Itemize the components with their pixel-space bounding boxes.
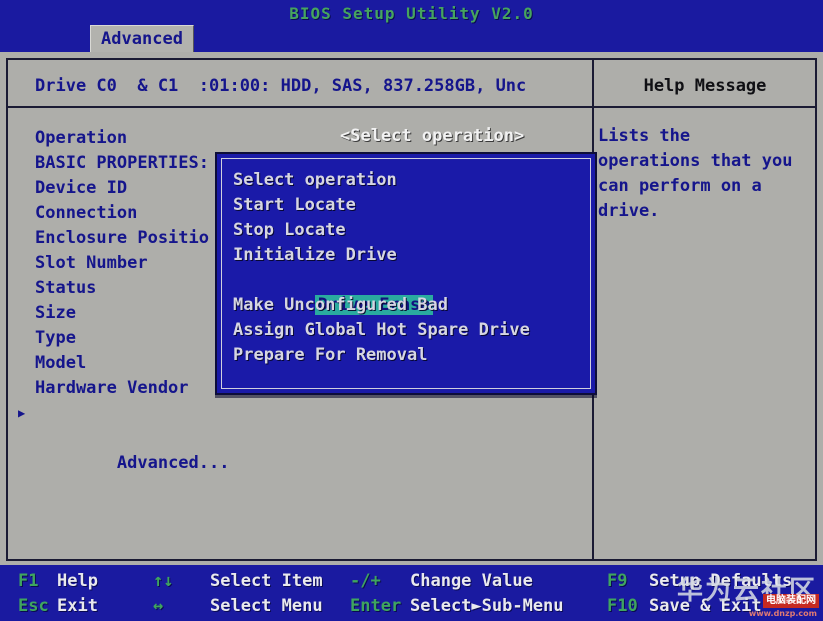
settings-menu: Operation BASIC PROPERTIES: Device ID Co… (35, 126, 229, 426)
key-esc-label: Exit (57, 596, 98, 616)
menu-item-type: Type (35, 326, 229, 351)
menu-section-basic-properties: BASIC PROPERTIES: (35, 151, 229, 176)
help-line: can perform on a (598, 174, 816, 199)
key-f1-label: Help (57, 571, 98, 591)
menu-item-advanced-label: Advanced... (117, 453, 230, 473)
drive-info-header: Drive C0 & C1 :01:00: HDD, SAS, 837.258G… (35, 76, 526, 96)
menu-item-size: Size (35, 301, 229, 326)
popup-option-prepare-for-removal[interactable]: Prepare For Removal (233, 343, 587, 368)
key-plusminus-label: Change Value (410, 571, 533, 591)
key-enter-label: Select►Sub-Menu (410, 596, 564, 616)
menu-item-slot-number: Slot Number (35, 251, 229, 276)
popup-option-start-locate[interactable]: Start Locate (233, 193, 587, 218)
key-plusminus: -/+ (350, 571, 381, 591)
watermark-url: www.dnzp.com (749, 609, 817, 618)
header-divider (6, 106, 817, 108)
bios-setup-screen: BIOS Setup Utility V2.0 Advanced Drive C… (0, 0, 823, 621)
popup-option-assign-global-hot-spare[interactable]: Assign Global Hot Spare Drive (233, 318, 587, 343)
popup-option-drive-erase[interactable]: Drive Erase (233, 268, 587, 293)
submenu-arrow-icon: ▶ (18, 401, 25, 426)
menu-item-advanced[interactable]: ▶ Advanced... (35, 401, 229, 426)
key-esc: Esc (18, 596, 49, 616)
key-leftright-icon: ↔ (153, 596, 163, 616)
title-bar: BIOS Setup Utility V2.0 (0, 0, 823, 25)
tab-advanced[interactable]: Advanced (90, 25, 194, 53)
menu-item-enclosure-position: Enclosure Positio (35, 226, 229, 251)
key-f10: F10 (607, 596, 638, 616)
help-panel-title: Help Message (593, 76, 817, 96)
help-line: operations that you (598, 149, 816, 174)
menu-item-operation[interactable]: Operation (35, 126, 229, 151)
help-line: drive. (598, 199, 816, 224)
watermark-badge: 电脑装配网 (763, 594, 819, 608)
key-f9: F9 (607, 571, 627, 591)
key-enter: Enter (350, 596, 401, 616)
key-updown-icon: ↑↓ (153, 571, 173, 591)
page-title: BIOS Setup Utility V2.0 (0, 4, 823, 23)
operation-popup-menu: Select operation Start Locate Stop Locat… (215, 152, 597, 395)
menu-item-hardware-vendor: Hardware Vendor (35, 376, 229, 401)
help-line: Lists the (598, 124, 816, 149)
key-leftright-label: Select Menu (210, 596, 323, 616)
key-f1: F1 (18, 571, 38, 591)
help-message-text: Lists the operations that you can perfor… (598, 124, 816, 224)
menu-item-status: Status (35, 276, 229, 301)
menu-item-device-id: Device ID (35, 176, 229, 201)
popup-option-select-operation[interactable]: Select operation (233, 168, 587, 193)
menu-item-connection: Connection (35, 201, 229, 226)
menu-item-model: Model (35, 351, 229, 376)
popup-option-stop-locate[interactable]: Stop Locate (233, 218, 587, 243)
popup-option-initialize-drive[interactable]: Initialize Drive (233, 243, 587, 268)
operation-value-field[interactable]: <Select operation> (340, 126, 524, 146)
popup-option-make-unconfigured-bad[interactable]: Make Unconfigured Bad (233, 293, 587, 318)
popup-option-list: Select operation Start Locate Stop Locat… (233, 168, 587, 368)
key-updown-label: Select Item (210, 571, 323, 591)
